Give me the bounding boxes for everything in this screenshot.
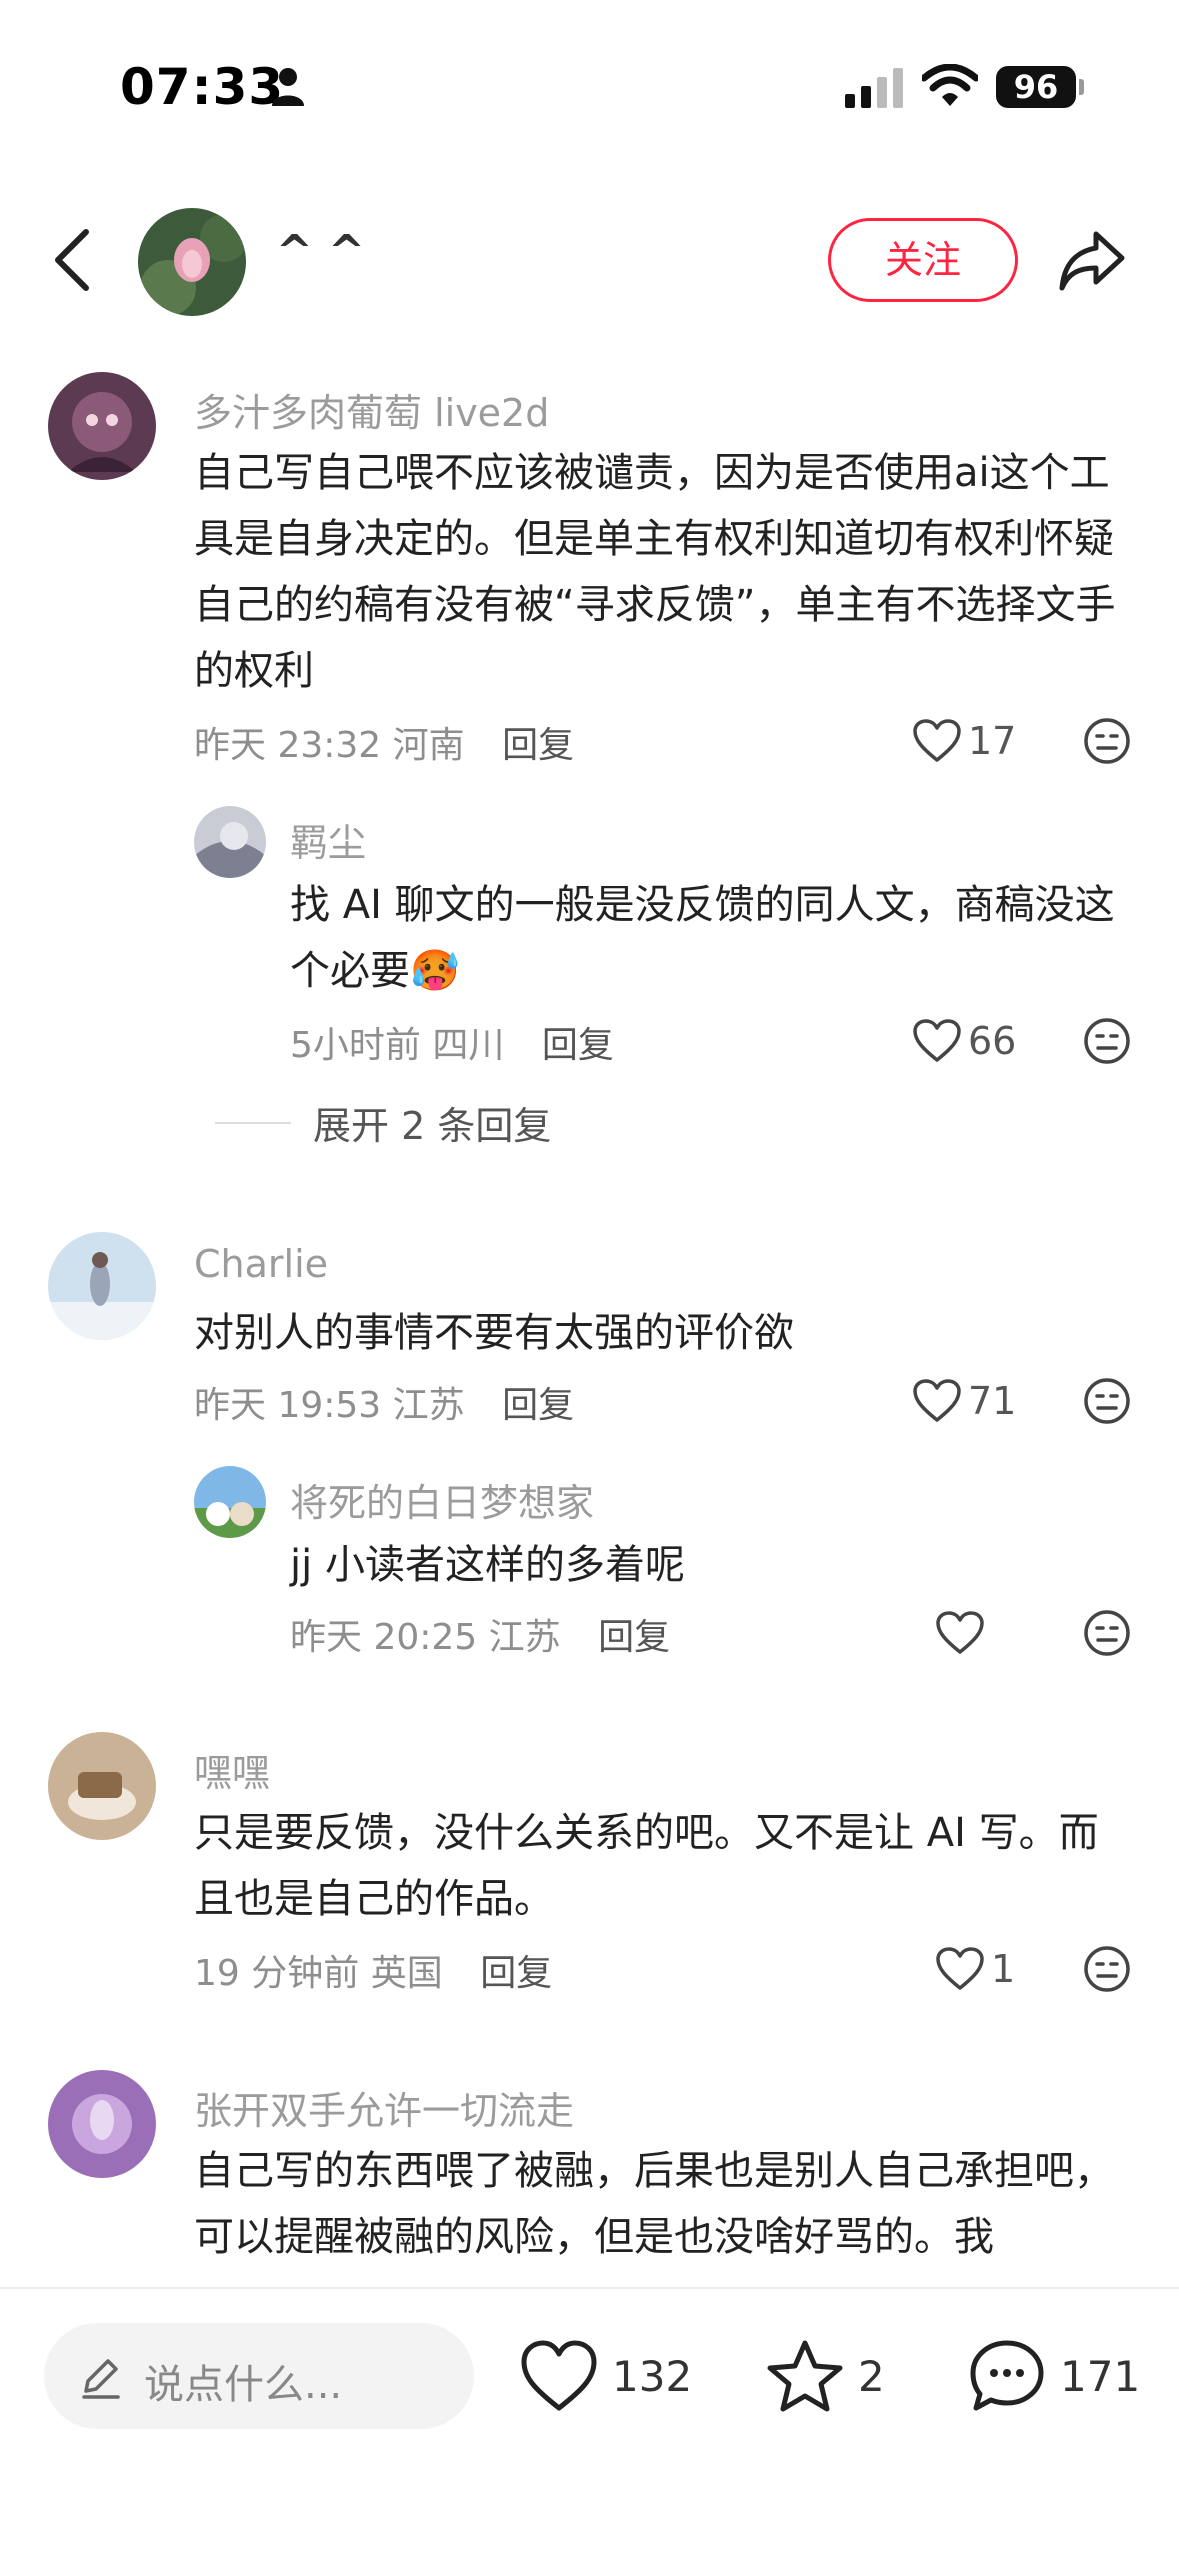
reply-username[interactable]: 将死的白日梦想家 xyxy=(290,1472,594,1527)
comment-avatar[interactable] xyxy=(48,2070,156,2178)
reply-text: 找 AI 聊文的一般是没反馈的同人文，商稿没这个必要🥵 xyxy=(290,882,1115,994)
follow-button[interactable]: 关注 xyxy=(828,218,1018,302)
person-icon xyxy=(272,68,304,106)
reply-location: 四川 xyxy=(432,1025,505,1066)
like-count: 1 xyxy=(991,1947,1016,1991)
reply-time: 昨天 20:25 xyxy=(290,1617,478,1658)
reply-button[interactable]: 回复 xyxy=(502,725,574,766)
reply-meta: 5小时前 四川 回复 xyxy=(290,1016,614,1068)
comment-text: 只是要反馈，没什么关系的吧。又不是让 AI 写。而且也是自己的作品。 xyxy=(194,1810,1099,1922)
reply-location: 江苏 xyxy=(488,1617,561,1658)
expand-divider xyxy=(215,1121,291,1124)
like-count: 17 xyxy=(968,719,1017,763)
expand-replies-label[interactable]: 展开 2 条回复 xyxy=(313,1095,551,1150)
comment-username[interactable]: Charlie xyxy=(194,1242,328,1286)
emoji-icon[interactable] xyxy=(1082,1944,1132,1994)
wifi-icon xyxy=(922,64,978,106)
comments-button[interactable]: 171 xyxy=(968,2334,1140,2418)
favorite-button[interactable]: 2 xyxy=(766,2334,885,2418)
status-bar: 07:33 96 xyxy=(0,0,1179,170)
like-button[interactable]: 17 xyxy=(912,716,1016,766)
bottom-action-bar: 说点什么... 132 2 171 xyxy=(0,2287,1179,2556)
comment-time: 昨天 19:53 xyxy=(194,1385,382,1426)
pencil-icon xyxy=(82,2359,120,2399)
comment-avatar[interactable] xyxy=(48,1232,156,1340)
comment-text: 对别人的事情不要有太强的评价欲 xyxy=(194,1310,794,1356)
reply-time: 5小时前 xyxy=(290,1025,421,1066)
comment-meta: 19 分钟前 英国 回复 xyxy=(194,1944,552,1996)
heart-icon xyxy=(913,1019,961,1062)
comment-username[interactable]: 多汁多肉葡萄 live2d xyxy=(194,382,549,437)
comment-text: 自己写的东西喂了被融，后果也是别人自己承担吧，可以提醒被融的风险，但是也没啥好骂… xyxy=(194,2148,1114,2260)
comment-location: 英国 xyxy=(370,1953,443,1994)
comment-location: 江苏 xyxy=(392,1385,465,1426)
like-button[interactable]: 1 xyxy=(935,1944,1015,1994)
comment-meta: 昨天 19:53 江苏 回复 xyxy=(194,1376,574,1428)
reply-button[interactable]: 回复 xyxy=(502,1385,574,1426)
star-icon xyxy=(767,2340,843,2412)
emoji-icon[interactable] xyxy=(1082,1608,1132,1658)
comment-input[interactable]: 说点什么... xyxy=(44,2323,474,2429)
comment-username[interactable]: 张开双手允许一切流走 xyxy=(194,2080,574,2135)
reply-button[interactable]: 回复 xyxy=(542,1025,614,1066)
comment-time: 19 分钟前 xyxy=(194,1953,360,1994)
author-name: ^ ^ xyxy=(276,226,366,277)
battery-tip xyxy=(1079,79,1084,95)
emoji-icon[interactable] xyxy=(1082,1376,1132,1426)
heart-icon xyxy=(521,2340,597,2411)
comment-time: 昨天 23:32 xyxy=(194,725,382,766)
header: ^ ^ 关注 xyxy=(0,190,1179,330)
chat-bubble-icon xyxy=(970,2340,1044,2411)
share-icon[interactable] xyxy=(1058,228,1128,294)
reply-text: jj 小读者这样的多着呢 xyxy=(290,1542,685,1588)
post-like-button[interactable]: 132 xyxy=(520,2334,692,2418)
expand-replies[interactable]: 展开 2 条回复 xyxy=(215,1095,551,1150)
battery-indicator: 96 xyxy=(996,66,1076,108)
comment-input-placeholder: 说点什么... xyxy=(144,2362,343,2408)
comment-username[interactable]: 嘿嘿 xyxy=(194,1742,270,1797)
back-icon[interactable] xyxy=(50,228,94,292)
like-count: 71 xyxy=(968,1379,1017,1423)
status-time: 07:33 xyxy=(120,58,285,116)
comment-avatar[interactable] xyxy=(48,372,156,480)
comment-meta: 昨天 23:32 河南 回复 xyxy=(194,716,574,768)
comments-count: 171 xyxy=(1060,2351,1141,2401)
post-like-count: 132 xyxy=(612,2351,693,2401)
like-button[interactable] xyxy=(935,1608,991,1658)
emoji-icon[interactable] xyxy=(1082,1016,1132,1066)
reply-button[interactable]: 回复 xyxy=(598,1617,670,1658)
like-button[interactable]: 71 xyxy=(912,1376,1016,1426)
comment-text: 自己写自己喂不应该被谴责，因为是否使用ai这个工具是自身决定的。但是单主有权利知… xyxy=(194,450,1116,694)
comment-avatar[interactable] xyxy=(48,1732,156,1840)
reply-avatar[interactable] xyxy=(194,1466,266,1538)
like-count: 66 xyxy=(968,1019,1017,1063)
comment-location: 河南 xyxy=(392,725,465,766)
like-button[interactable]: 66 xyxy=(912,1016,1016,1066)
heart-icon xyxy=(936,1611,984,1654)
author-avatar[interactable] xyxy=(138,208,246,316)
reply-avatar[interactable] xyxy=(194,806,266,878)
reply-username[interactable]: 羁尘 xyxy=(290,812,366,867)
heart-icon xyxy=(913,719,961,762)
signal-icon xyxy=(845,68,903,108)
heart-icon xyxy=(913,1379,961,1422)
reply-meta: 昨天 20:25 江苏 回复 xyxy=(290,1608,670,1660)
emoji-icon[interactable] xyxy=(1082,716,1132,766)
heart-icon xyxy=(936,1947,984,1990)
reply-button[interactable]: 回复 xyxy=(480,1953,552,1994)
favorite-count: 2 xyxy=(858,2351,885,2401)
